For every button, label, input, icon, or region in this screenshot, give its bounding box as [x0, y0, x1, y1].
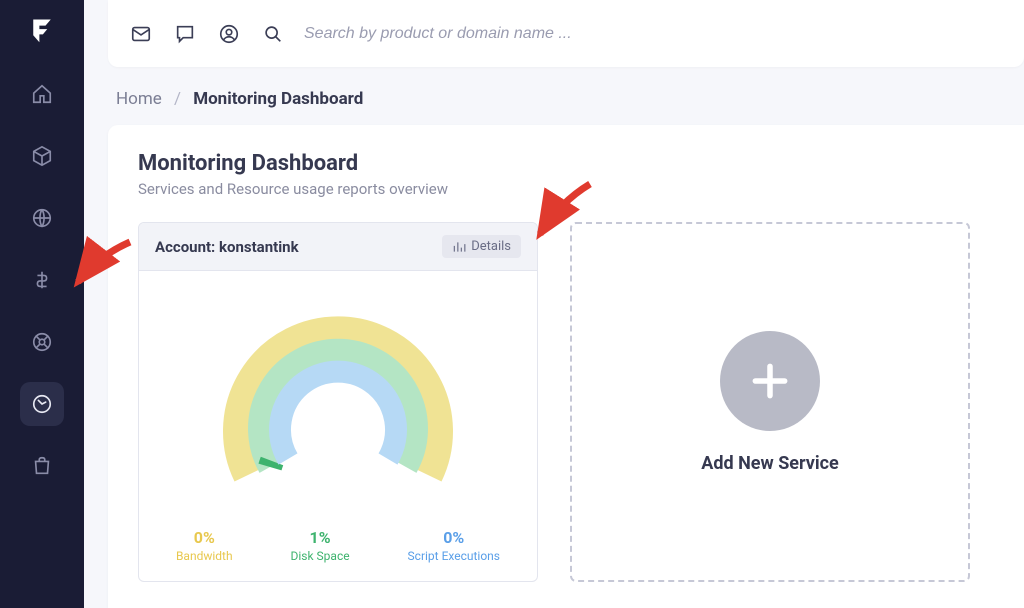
nav-billing[interactable]: [20, 258, 64, 302]
metric-bandwidth: 0% Bandwidth: [176, 528, 233, 563]
page-subtitle: Services and Resource usage reports over…: [138, 180, 994, 198]
breadcrumb-current: Monitoring Dashboard: [193, 89, 363, 109]
nav-home[interactable]: [20, 72, 64, 116]
chat-icon[interactable]: [172, 21, 198, 47]
sidebar: [0, 0, 84, 608]
nav-monitoring[interactable]: [20, 382, 64, 426]
chart-icon: [452, 240, 466, 254]
breadcrumb: Home / Monitoring Dashboard: [116, 89, 1024, 109]
nav-box[interactable]: [20, 134, 64, 178]
mail-icon[interactable]: [128, 21, 154, 47]
nav-shop[interactable]: [20, 444, 64, 488]
content: Monitoring Dashboard Services and Resour…: [108, 125, 1024, 608]
metric-script-label: Script Executions: [408, 549, 500, 563]
plus-icon: [720, 331, 820, 431]
topbar: [108, 0, 1024, 67]
metric-disk: 1% Disk Space: [291, 528, 350, 563]
metric-disk-value: 1%: [291, 528, 350, 547]
breadcrumb-separator: /: [174, 89, 181, 109]
account-icon[interactable]: [216, 21, 242, 47]
metric-disk-label: Disk Space: [291, 549, 350, 563]
nav-globe[interactable]: [20, 196, 64, 240]
cards-row: Account: konstantink Details: [138, 222, 994, 582]
metric-script-value: 0%: [408, 528, 500, 547]
nav-help[interactable]: [20, 320, 64, 364]
metrics-row: 0% Bandwidth 1% Disk Space 0% Script Exe…: [139, 518, 537, 581]
brand-logo: [26, 14, 58, 46]
account-card-title: Account: konstantink: [155, 238, 299, 256]
breadcrumb-home[interactable]: Home: [116, 89, 162, 109]
account-card-header: Account: konstantink Details: [139, 223, 537, 271]
search-input[interactable]: [304, 19, 1004, 49]
page-title: Monitoring Dashboard: [138, 151, 994, 176]
metric-bandwidth-label: Bandwidth: [176, 549, 233, 563]
add-service-label: Add New Service: [701, 453, 838, 474]
gauge: [139, 271, 537, 518]
add-service-card[interactable]: Add New Service: [570, 222, 970, 582]
search-icon[interactable]: [260, 21, 286, 47]
details-label: Details: [471, 239, 511, 254]
account-card: Account: konstantink Details: [138, 222, 538, 582]
metric-script: 0% Script Executions: [408, 528, 500, 563]
main-area: Home / Monitoring Dashboard Monitoring D…: [84, 0, 1024, 608]
details-button[interactable]: Details: [442, 235, 521, 258]
metric-bandwidth-value: 0%: [176, 528, 233, 547]
